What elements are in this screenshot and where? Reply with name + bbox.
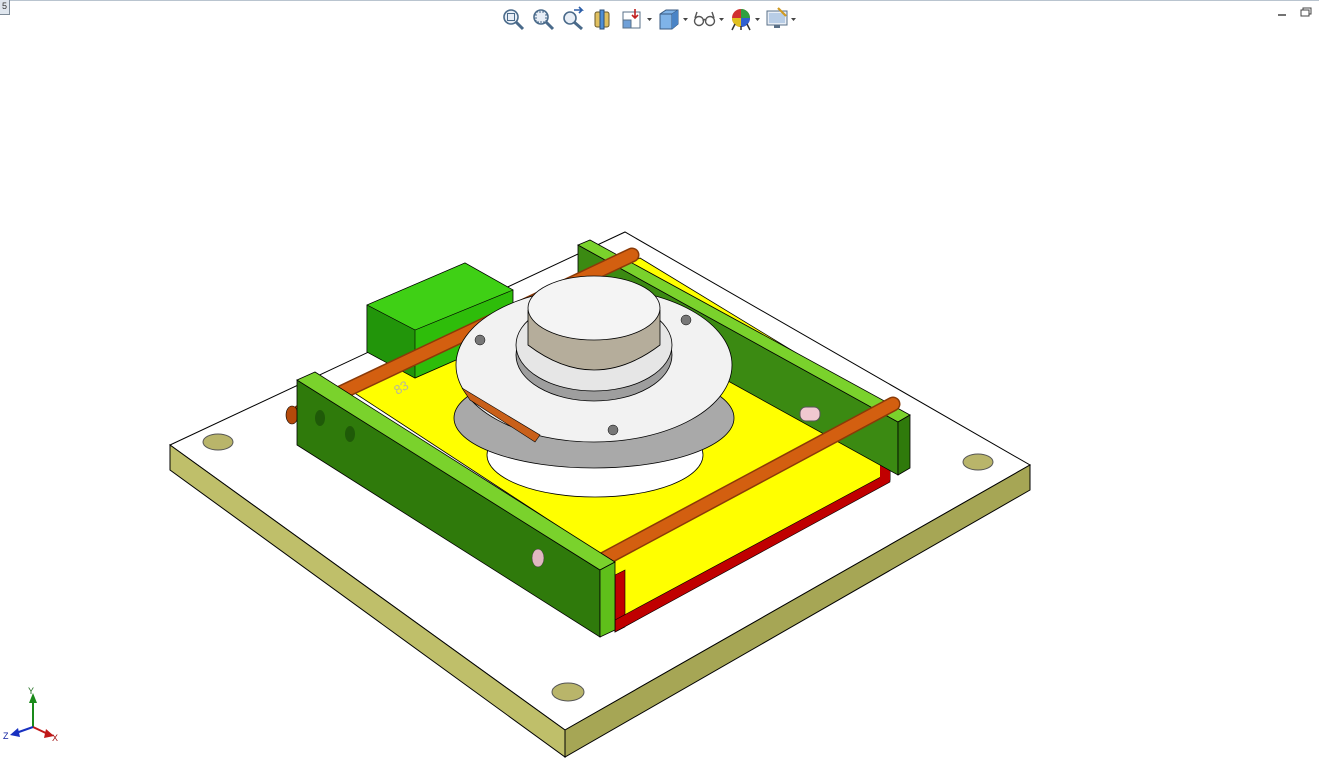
y-axis-label: Y	[28, 686, 34, 696]
z-axis-label: Z	[3, 731, 9, 741]
x-axis-label: X	[52, 733, 58, 743]
graphics-area[interactable]: 83	[0, 0, 1319, 781]
coordinate-triad: Y X Z	[3, 686, 58, 743]
